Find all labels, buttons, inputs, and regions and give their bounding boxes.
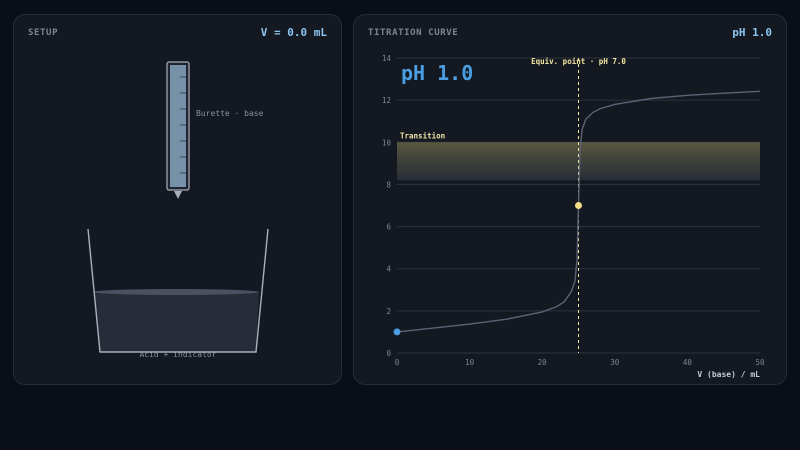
y-tick-label: 4 bbox=[386, 265, 391, 274]
x-tick-label: 30 bbox=[610, 358, 620, 367]
x-tick-label: 0 bbox=[395, 358, 400, 367]
y-tick-label: 8 bbox=[386, 180, 391, 189]
apparatus: Burette · base Acid + indicator bbox=[87, 61, 269, 359]
titration-curve-line bbox=[396, 90, 761, 333]
x-axis-label: V (base) / mL bbox=[697, 370, 760, 379]
burette-label: Burette · base bbox=[196, 109, 264, 118]
equivalence-label: Equiv. point · pH 7.0 bbox=[531, 57, 626, 66]
equivalence-point-marker[interactable] bbox=[575, 202, 582, 209]
y-tick-label: 10 bbox=[382, 138, 392, 147]
current-ph-marker[interactable] bbox=[393, 328, 401, 336]
x-tick-label: 50 bbox=[755, 358, 765, 367]
burette[interactable] bbox=[166, 61, 190, 199]
x-tick-label: 20 bbox=[538, 358, 548, 367]
beaker[interactable] bbox=[87, 228, 269, 353]
curve-panel: TITRATION CURVE pH 1.0 Transition Equiv.… bbox=[353, 14, 787, 385]
y-tick-label: 14 bbox=[382, 54, 392, 63]
y-tick-label: 0 bbox=[386, 349, 391, 358]
titration-chart: Transition Equiv. point · pH 7.0 0 2 4 6 8 10… bbox=[382, 54, 765, 379]
big-ph-readout: pH 1.0 bbox=[401, 61, 473, 85]
y-tick-label: 12 bbox=[382, 96, 391, 105]
x-tick-label: 40 bbox=[683, 358, 693, 367]
y-tick-label: 2 bbox=[386, 307, 391, 316]
beaker-label: Acid + indicator bbox=[139, 350, 216, 359]
y-tick-label: 6 bbox=[386, 223, 391, 232]
x-tick-label: 10 bbox=[465, 358, 475, 367]
setup-panel: SETUP V = 0.0 mL Burette · base Acid + i… bbox=[13, 14, 342, 385]
transition-label: Transition bbox=[400, 131, 445, 140]
